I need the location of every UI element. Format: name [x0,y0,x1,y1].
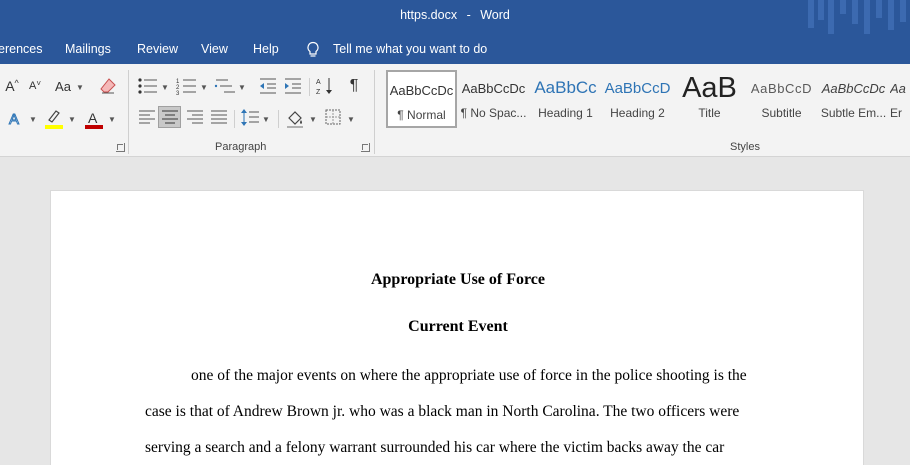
app-name: Word [480,8,510,22]
justify-icon[interactable] [209,108,229,126]
style-name: Heading 2 [610,106,665,120]
chevron-down-icon[interactable]: ▼ [347,115,355,124]
style-normal[interactable]: AaBbCcDc ¶ Normal [386,70,457,128]
borders-icon[interactable] [324,108,342,126]
title-bar: https.docx - Word [0,0,910,34]
title-separator: - [466,8,471,22]
change-case-label: Aa [55,78,71,94]
document-page[interactable]: Appropriate Use of Force Current Event o… [50,190,864,465]
change-case-button[interactable]: Aa [52,76,74,96]
shading-icon[interactable] [285,108,305,128]
svg-text:Z: Z [316,89,321,96]
style-heading-1[interactable]: AaBbCc Heading 1 [530,70,601,128]
document-subtitle: Current Event [408,318,508,335]
ribbon-tabs: erences Mailings Review View Help Tell m… [0,34,910,64]
increase-indent-icon[interactable] [283,76,303,96]
style-preview: AaBbCcD [604,79,671,97]
paragraph-line: serving a search and a felony warrant su… [145,439,725,456]
align-right-icon[interactable] [185,108,205,126]
svg-text:3: 3 [176,91,180,96]
tab-review[interactable]: Review [137,42,178,56]
chevron-down-icon[interactable]: ▼ [68,115,76,124]
paragraph-group-label: Paragraph [215,141,267,153]
titlebar-pattern [800,0,910,34]
style-subtle-emphasis[interactable]: AaBbCcDc Subtle Em... [818,70,889,128]
ribbon: A ^ A ˅ Aa ▼ A ▼ ▼ A ▼ ▼ 1 2 3 ▼ ▼ A Z ¶… [0,64,910,157]
style-preview: AaBbCcDc [821,80,886,96]
separator [234,110,235,128]
style-name: Subtle Em... [820,106,887,120]
window-title: https.docx - Word [0,8,910,22]
document-title: Appropriate Use of Force [370,271,546,288]
tab-references[interactable]: erences [0,42,42,56]
style-heading-2[interactable]: AaBbCcD Heading 2 [602,70,673,128]
style-preview: AaBbCc [534,78,597,97]
multilevel-list-icon[interactable] [214,76,236,96]
bullets-icon[interactable] [137,76,159,96]
lightbulb-icon[interactable] [305,41,321,59]
group-separator [128,70,129,154]
chevron-down-icon[interactable]: ▼ [29,115,37,124]
paragraph-dialog-launcher-icon[interactable] [361,143,370,152]
tab-mailings[interactable]: Mailings [65,42,111,56]
document-filename: https.docx [400,8,458,22]
style-emphasis[interactable]: Aa Er [890,70,910,128]
decrease-indent-icon[interactable] [258,76,278,96]
chevron-down-icon[interactable]: ▼ [262,115,270,124]
font-dialog-launcher-icon[interactable] [116,143,125,152]
style-preview: AaBbCcDc [389,82,454,98]
font-color-icon[interactable]: A [84,108,104,130]
svg-text:A: A [88,110,98,126]
style-title[interactable]: AaB Title [674,70,745,128]
style-preview: AaBbCcD [750,80,813,96]
chevron-down-icon[interactable]: ▼ [238,83,246,92]
group-separator [374,70,375,154]
shrink-font-icon[interactable]: A ˅ [26,76,44,96]
style-name: ¶ No Spac... [460,106,527,120]
style-preview: AaBbCcDc [461,80,526,96]
line-spacing-icon[interactable] [240,108,260,128]
text-effects-icon[interactable]: A [6,108,26,129]
styles-group-label: Styles [730,141,760,153]
grow-font-icon[interactable]: A ^ [2,76,22,96]
document-canvas[interactable]: Appropriate Use of Force Current Event o… [0,158,910,465]
align-center-button[interactable] [158,106,181,128]
style-preview: Aa [890,80,906,96]
style-subtitle[interactable]: AaBbCcD Subtitle [746,70,817,128]
separator [278,110,279,128]
chevron-down-icon[interactable]: ▼ [309,115,317,124]
paragraph-line: one of the major events on where the app… [191,367,747,384]
tab-view[interactable]: View [201,42,228,56]
pilcrow-icon[interactable]: ¶ [344,76,364,96]
tab-help[interactable]: Help [253,42,279,56]
chevron-down-icon[interactable]: ▼ [200,83,208,92]
tell-me-search[interactable]: Tell me what you want to do [333,42,487,56]
svg-text:A: A [316,79,321,86]
separator [309,78,310,96]
chevron-down-icon[interactable]: ▼ [108,115,116,124]
chevron-down-icon[interactable]: ▼ [161,83,169,92]
paragraph-line: case is that of Andrew Brown jr. who was… [145,403,740,420]
style-no-spacing[interactable]: AaBbCcDc ¶ No Spac... [458,70,529,128]
numbering-icon[interactable]: 1 2 3 [176,76,198,96]
clear-formatting-icon[interactable] [98,76,118,96]
svg-text:A: A [9,111,19,128]
highlight-color-icon[interactable] [44,108,64,130]
style-name: Heading 1 [538,106,593,120]
sort-icon[interactable]: A Z [315,76,335,96]
style-name: ¶ Normal [397,108,446,122]
chevron-down-icon[interactable]: ▼ [76,83,84,92]
style-name: Er [890,106,902,120]
align-center-icon [161,110,178,124]
style-name: Title [698,106,721,120]
style-name: Subtitle [761,106,802,120]
align-left-icon[interactable] [137,108,157,126]
style-preview: AaB [682,71,737,104]
